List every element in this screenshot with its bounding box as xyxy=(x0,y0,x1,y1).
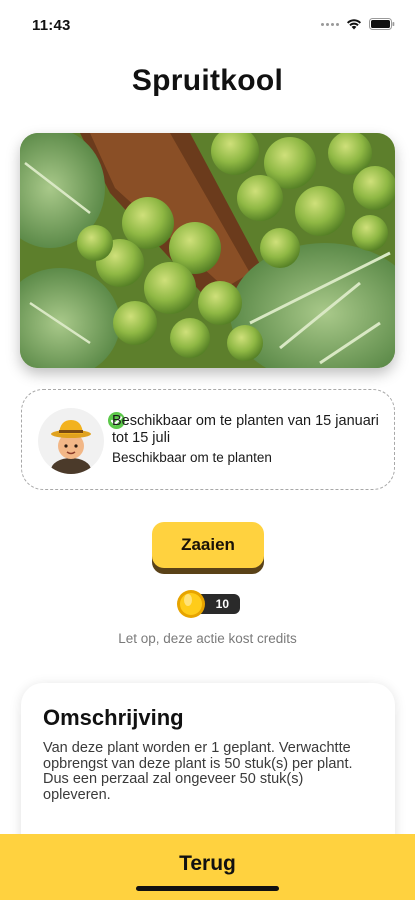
bottom-bar: Terug xyxy=(0,834,415,900)
status-bar: 11:43 xyxy=(0,0,415,50)
description-text: Van deze plant worden er 1 geplant. Verw… xyxy=(43,740,353,803)
credit-cost: 10 xyxy=(176,589,240,619)
page-title: Spruitkool xyxy=(131,64,284,97)
plant-image xyxy=(20,133,395,368)
battery-icon xyxy=(369,18,395,30)
description-heading: Omschrijving xyxy=(43,705,184,730)
back-button[interactable]: Terug xyxy=(0,834,415,894)
credit-note: Let op, deze actie kost credits xyxy=(118,631,297,646)
status-time: 11:43 xyxy=(32,17,71,34)
availability-card: Beschikbaar om te planten van 15 januari… xyxy=(21,389,395,490)
home-indicator xyxy=(136,886,279,891)
coin-icon xyxy=(177,590,205,618)
wifi-icon xyxy=(347,19,361,30)
availability-title: Beschikbaar om te planten van 15 januari… xyxy=(112,413,379,446)
sow-button-wrapper: Zaaien xyxy=(152,522,264,574)
signal-icon xyxy=(321,22,339,26)
farmer-avatar xyxy=(38,408,104,474)
status-icons xyxy=(321,18,395,30)
sow-button[interactable]: Zaaien xyxy=(152,522,264,568)
availability-subtitle: Beschikbaar om te planten xyxy=(112,450,272,465)
